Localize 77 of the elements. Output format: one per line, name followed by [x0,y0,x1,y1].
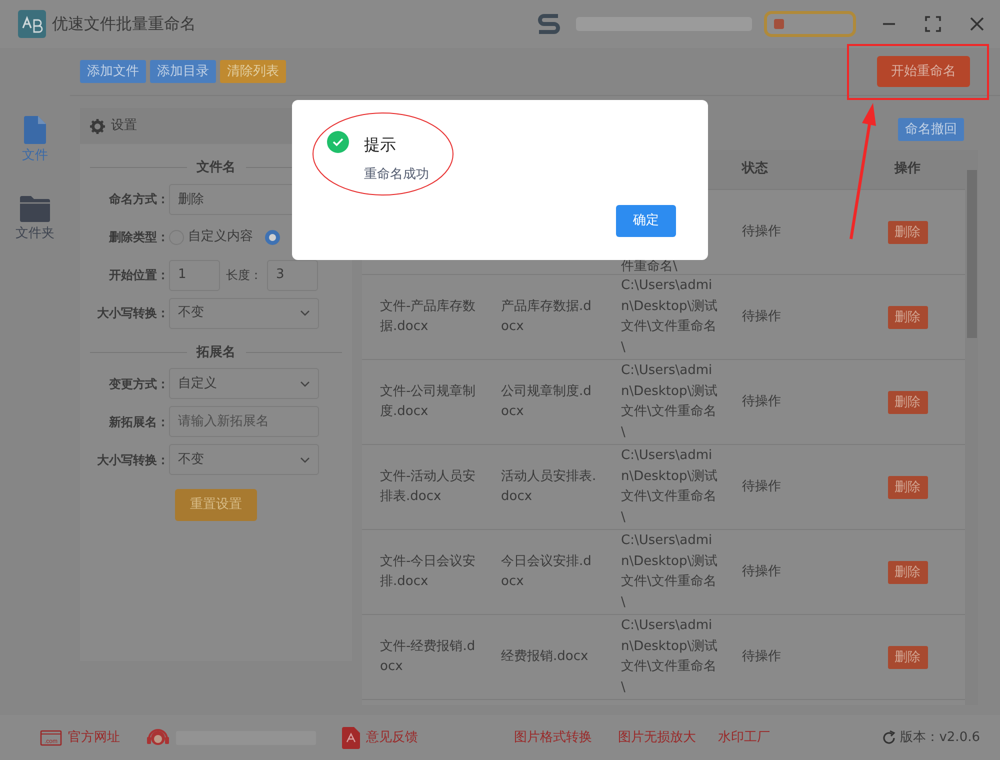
section-heading: 文件名 [196,158,236,177]
toolbar-button[interactable]: 清除列表 [220,60,286,83]
delete-button[interactable]: 删除 [888,220,928,244]
window-title: 优速文件批量重命名 [52,13,196,35]
input-field[interactable]: 1 [169,260,220,290]
success-icon [327,131,349,153]
panel-title: 设置 [111,117,137,136]
input-field[interactable]: 请输入新拓展名 [169,406,319,437]
select-field[interactable]: 不变 [169,444,319,475]
field-label: 大小写转换： [96,305,169,322]
toolbar-button[interactable]: 添加目录 [150,60,216,83]
table-cell-text: 待操作 [742,562,781,581]
footer-link[interactable]: 图片格式转换 [514,728,592,748]
table-cell-text: 文件-活动人员安排表.docx [380,468,477,506]
field-label: 新拓展名： [108,414,169,430]
table-cell-text: 产品库存数据.docx [501,298,592,336]
sidebar-item[interactable]: 文件夹 [16,196,54,243]
dialog-title: 提示 [364,134,396,156]
input-field[interactable]: 3 [267,260,318,290]
table-cell-text: C:\Users\admin\Desktop\测试文件\文件重命名\ [621,447,718,526]
footer-link[interactable]: 水印工厂 [718,728,770,748]
table-cell-text: 文件-今日会议安排.docx [380,552,477,591]
field-label: 命名方式： [108,191,169,208]
delete-button[interactable]: 删除 [888,390,928,414]
delete-button[interactable]: 删除 [888,306,928,328]
folder-icon [20,196,50,222]
field-label: 长度： [226,267,262,284]
delete-button[interactable]: 删除 [888,646,928,668]
footer-link[interactable]: 意见反馈 [342,726,418,748]
undo-rename-button[interactable]: 命名撤回 [898,118,964,141]
sidebar-item[interactable]: 文件 [22,116,48,166]
app-logo-icon [18,10,46,38]
table-cell-text: 待操作 [742,478,781,496]
document-icon [342,726,360,748]
settings-icon [90,118,105,134]
confirm-button[interactable]: 确定 [616,205,676,237]
table-cell-text: 经费报销.docx [501,648,588,666]
table-cell-text: 文件-公司规章制度.docx [380,382,477,421]
file-icon [24,116,46,144]
table-cell-text: 文件-经费报销.docx [380,638,476,676]
field-label: 大小写转换： [96,452,169,468]
radio-label: 自定义内容 [188,228,253,246]
reset-button[interactable]: 重置设置 [175,489,257,520]
column-header: 状态 [742,160,768,178]
footer-link[interactable]: 图片无损放大 [618,728,696,748]
refresh-icon [880,730,897,746]
field-label: 变更方式： [108,376,169,392]
toolbar-button[interactable]: 添加文件 [80,60,146,83]
delete-button[interactable]: 删除 [888,560,928,584]
table-cell-text: 待操作 [742,392,781,411]
select-field[interactable]: 不变 [169,298,319,328]
brand-logo-icon [536,12,562,36]
select-field[interactable]: 自定义 [169,368,319,399]
delete-button[interactable]: 删除 [888,476,928,498]
version-label: 版本：v2.0.6 [900,728,980,747]
fullscreen-icon[interactable] [922,13,944,35]
field-label: 开始位置： [108,267,169,284]
section-heading: 拓展名 [196,344,236,362]
chevron-down-icon [300,380,310,386]
table-cell-text: C:\Users\admin\Desktop\测试文件\文件重命名\ [621,277,718,356]
table-cell-text: C:\Users\admin\Desktop\测试文件\文件重命名\ [621,617,718,696]
chevron-down-icon [300,310,310,316]
radio-button[interactable] [265,230,280,244]
table-cell-text: 活动人员安排表.docx [501,468,598,506]
field-label: 删除类型： [108,229,169,246]
table-cell-text: 待操作 [742,648,781,666]
column-header: 操作 [894,160,920,178]
chevron-down-icon [300,456,310,462]
table-cell-text: 文件-产品库存数据.docx [380,298,477,336]
table-cell-text: C:\Users\admin\Desktop\测试文件\文件重命名\ [621,362,718,442]
table-cell-text: C:\Users\admin\Desktop\测试文件\文件重命名\ [621,532,718,612]
table-cell-text: 今日会议安排.docx [501,552,592,591]
table-cell-text: 公司规章制度.docx [501,382,592,421]
start-rename-button[interactable]: 开始重命名 [877,56,970,88]
dialog-message: 重命名成功 [364,166,429,184]
table-cell-text: 待操作 [742,308,781,326]
table-cell-text: 待操作 [742,222,781,241]
